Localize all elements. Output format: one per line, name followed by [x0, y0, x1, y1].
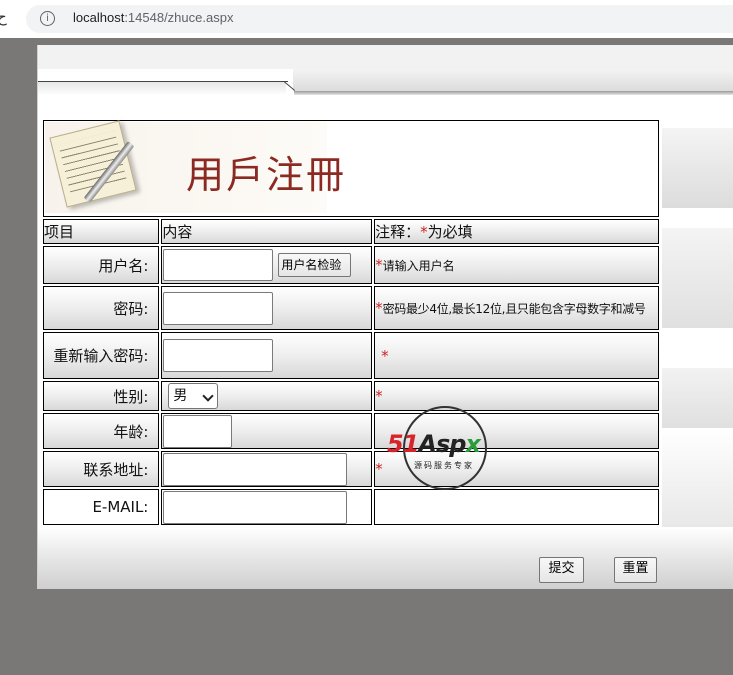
confirm-password-input[interactable] — [163, 339, 274, 372]
username-note: *请输入用户名 — [374, 246, 659, 284]
gender-selected-value: 男 — [173, 388, 188, 404]
address-label: 联系地址: — [43, 451, 160, 487]
column-header-note: 注释：*为必填 — [374, 219, 659, 244]
url-text: localhost:14548/zhuce.aspx — [73, 10, 233, 25]
url-path: :14548/zhuce.aspx — [124, 10, 234, 25]
watermark-logo-text: 51Aspx — [387, 430, 481, 458]
check-username-button[interactable]: 用户名检验 — [278, 253, 352, 277]
reset-button[interactable]: 重置 — [614, 557, 657, 583]
watermark-subtitle: 源码服务专家 — [414, 461, 474, 470]
watermark-logo: 51Aspx 源码服务专家 — [386, 404, 512, 494]
username-cell: 用户名检验 — [161, 246, 373, 284]
registration-form: 用戶注冊 项目 内容 注释：*为必填 用户名: 用户名检验 *请输入用户名 密码… — [41, 118, 661, 527]
password-hint: 密码最少4位,最长12位,且只能包含字母数字和减号 — [382, 302, 646, 316]
page-title: 用戶注冊 — [186, 153, 347, 197]
email-cell — [161, 489, 373, 525]
url-host: localhost — [73, 10, 125, 25]
password-note: *密码最少4位,最长12位,且只能包含字母数字和减号 — [374, 286, 659, 330]
email-input[interactable] — [163, 490, 348, 524]
column-header-item: 项目 — [43, 219, 160, 244]
watermark-x: x — [465, 430, 481, 458]
age-label: 年龄: — [43, 413, 160, 449]
required-star: * — [375, 256, 383, 274]
watermark-asp: Asp — [418, 430, 466, 458]
password-input[interactable] — [163, 291, 274, 325]
username-label: 用户名: — [43, 246, 160, 284]
submit-button[interactable]: 提交 — [539, 557, 584, 583]
site-info-icon[interactable]: i — [40, 11, 55, 26]
top-band — [38, 45, 733, 69]
required-star: * — [381, 346, 389, 365]
age-cell — [161, 413, 373, 449]
side-decoration — [662, 328, 733, 368]
gender-select[interactable]: 男 — [168, 383, 219, 409]
confirm-password-label: 重新输入密码: — [43, 332, 160, 379]
url-field[interactable]: i localhost:14548/zhuce.aspx — [26, 5, 733, 33]
required-star: * — [375, 460, 383, 478]
watermark-51: 51 — [387, 430, 419, 458]
side-decoration — [662, 428, 733, 527]
email-label: E-MAIL: — [43, 489, 160, 525]
password-label: 密码: — [43, 286, 160, 330]
chevron-down-icon — [202, 390, 215, 402]
tab-divider-line — [38, 81, 288, 82]
banner-image: 用戶注冊 — [45, 120, 344, 213]
side-decoration — [662, 128, 733, 208]
required-star: * — [375, 299, 383, 317]
column-header-content: 内容 — [161, 219, 373, 244]
age-input[interactable] — [163, 414, 233, 448]
banner: 用戶注冊 — [43, 120, 659, 217]
username-input[interactable] — [163, 249, 274, 281]
username-hint: 请输入用户名 — [382, 259, 455, 273]
note-header-label: 注释： — [375, 223, 421, 241]
confirm-password-note: * — [374, 332, 659, 379]
address-cell — [161, 451, 373, 487]
side-decoration — [662, 228, 733, 328]
side-decoration — [662, 368, 733, 428]
gender-label: 性别: — [43, 381, 160, 411]
browser-address-bar: ح i localhost:14548/zhuce.aspx — [0, 0, 733, 38]
required-star: * — [420, 223, 428, 241]
confirm-password-cell — [161, 332, 373, 379]
required-star: * — [375, 387, 383, 405]
password-cell — [161, 286, 373, 330]
gender-cell: 男 — [161, 381, 373, 411]
address-input[interactable] — [163, 452, 348, 486]
tab-decoration-left — [38, 82, 286, 95]
tab-decoration-right — [293, 69, 733, 91]
email-note — [374, 489, 659, 525]
tab-shadow — [294, 91, 733, 95]
back-icon[interactable]: ح — [0, 8, 7, 26]
side-decoration — [662, 208, 733, 228]
note-header-required: 为必填 — [427, 223, 473, 241]
